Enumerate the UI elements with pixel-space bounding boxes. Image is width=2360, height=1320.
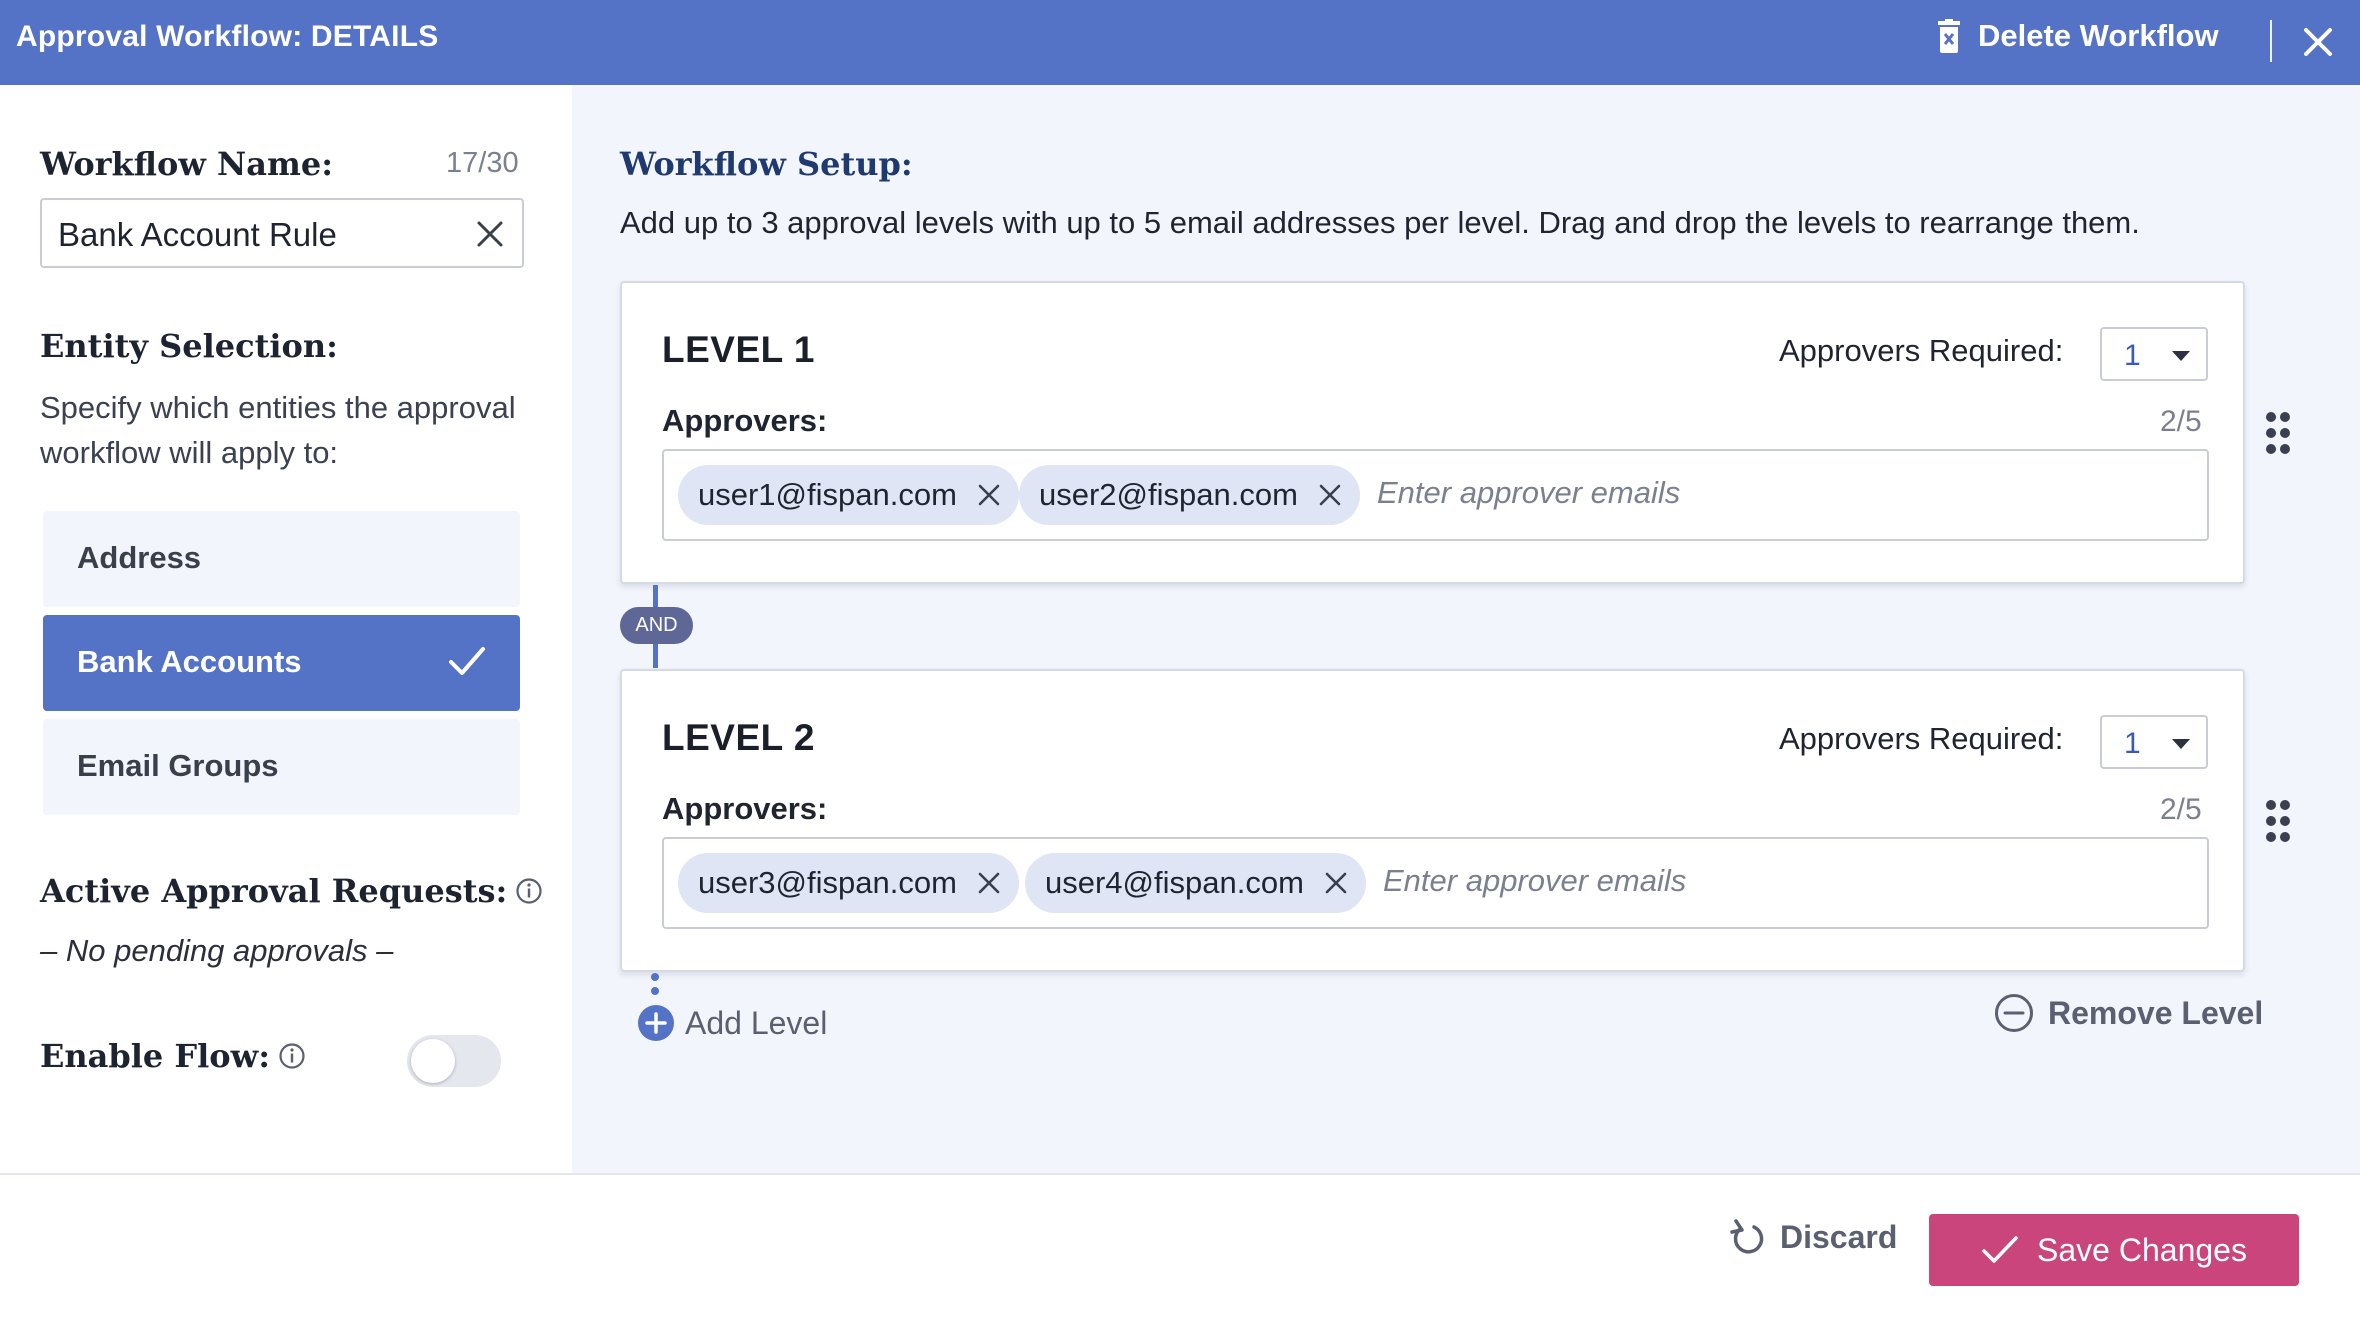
workflow-setup-label: Workflow Setup: <box>620 145 913 183</box>
caret-down-icon <box>2172 351 2190 361</box>
email-chip-label: user1@fispan.com <box>698 477 957 512</box>
workflow-name-value: Bank Account Rule <box>58 216 337 253</box>
save-changes-button[interactable]: Save Changes <box>1929 1214 2299 1286</box>
no-pending-approvals-text: – No pending approvals – <box>40 933 394 968</box>
remove-level-label: Remove Level <box>2048 994 2264 1031</box>
entity-option-label: Email Groups <box>77 748 279 783</box>
minus-circle-icon <box>1995 994 2033 1032</box>
level-card-1: LEVEL 1 Approvers Required: 1 Approvers:… <box>620 281 2245 584</box>
approver-emails-placeholder: Enter approver emails <box>1377 475 1681 510</box>
remove-level-button[interactable]: Remove Level <box>1994 993 2263 1033</box>
approver-emails-placeholder: Enter approver emails <box>1383 863 1687 898</box>
clear-icon[interactable] <box>476 220 504 248</box>
active-approval-requests-label: Active Approval Requests: <box>40 872 508 910</box>
email-chip-label: user2@fispan.com <box>1039 477 1298 512</box>
approvers-required-select[interactable]: 1 <box>2100 327 2208 381</box>
discard-button[interactable]: Discard <box>1730 1217 1897 1257</box>
entity-option-label: Address <box>77 540 202 575</box>
toggle-knob <box>411 1039 455 1083</box>
checkmark-icon <box>449 647 485 675</box>
and-connector-badge: AND <box>620 607 693 644</box>
approver-emails-input[interactable]: user3@fispan.com user4@fispan.com Enter … <box>662 837 2209 929</box>
connector-dot <box>651 973 659 981</box>
undo-icon <box>1730 1219 1764 1254</box>
delete-workflow-button[interactable]: Delete Workflow <box>1938 18 2219 54</box>
email-chip: user3@fispan.com <box>678 853 1019 913</box>
level-title: LEVEL 1 <box>662 329 815 370</box>
workflow-name-input[interactable]: Bank Account Rule <box>40 198 524 268</box>
save-changes-label: Save Changes <box>2037 1231 2247 1268</box>
email-chip: user4@fispan.com <box>1025 853 1366 913</box>
approvers-count: 2/5 <box>2160 405 2202 438</box>
approvers-count: 2/5 <box>2160 793 2202 826</box>
approvers-label: Approvers: <box>662 791 828 826</box>
modal-footer: Discard Save Changes <box>0 1173 2360 1320</box>
discard-label: Discard <box>1780 1218 1898 1255</box>
workflow-setup-description: Add up to 3 approval levels with up to 5… <box>620 205 2140 240</box>
email-chip-label: user3@fispan.com <box>698 865 957 900</box>
entity-selection-label: Entity Selection: <box>40 327 338 365</box>
modal-title: Approval Workflow: DETAILS <box>16 20 439 53</box>
remove-chip-icon[interactable] <box>977 483 1001 507</box>
level-connector-line <box>653 644 658 668</box>
connector-dot <box>651 987 659 995</box>
email-chip: user1@fispan.com <box>678 465 1019 525</box>
entity-option-address[interactable]: Address <box>43 511 520 607</box>
enable-flow-toggle[interactable] <box>407 1035 501 1087</box>
header-divider <box>2270 20 2272 62</box>
email-chip-label: user4@fispan.com <box>1045 865 1304 900</box>
approvers-required-value: 1 <box>2124 339 2141 372</box>
workflow-details-panel: Workflow Name: 17/30 Bank Account Rule E… <box>0 85 572 1173</box>
checkmark-icon <box>1982 1236 2018 1263</box>
approvers-required-label: Approvers Required: <box>1779 333 2064 368</box>
enable-flow-label: Enable Flow: <box>40 1037 270 1075</box>
approvers-required-value: 1 <box>2124 727 2141 760</box>
drag-handle-icon[interactable] <box>2266 800 2294 844</box>
approvers-required-select[interactable]: 1 <box>2100 715 2208 769</box>
workflow-name-label: Workflow Name: <box>40 145 334 183</box>
level-connector-line <box>653 585 658 607</box>
entity-selection-description: Specify which entities the approval work… <box>40 390 516 470</box>
info-icon[interactable] <box>515 877 543 905</box>
entity-option-bank-accounts[interactable]: Bank Accounts <box>43 615 520 711</box>
remove-chip-icon[interactable] <box>1324 871 1348 895</box>
level-card-2: LEVEL 2 Approvers Required: 1 Approvers:… <box>620 669 2245 972</box>
enable-flow: Enable Flow: <box>40 1037 306 1075</box>
remove-chip-icon[interactable] <box>1318 483 1342 507</box>
remove-chip-icon[interactable] <box>977 871 1001 895</box>
workflow-name-char-count: 17/30 <box>446 147 519 179</box>
entity-option-label: Bank Accounts <box>77 644 302 679</box>
entity-option-email-groups[interactable]: Email Groups <box>43 719 520 815</box>
level-title: LEVEL 2 <box>662 717 815 758</box>
approvers-required-label: Approvers Required: <box>1779 721 2064 756</box>
add-level-label: Add Level <box>685 1004 828 1041</box>
trash-icon <box>1938 19 1960 53</box>
approver-emails-input[interactable]: user1@fispan.com user2@fispan.com Enter … <box>662 449 2209 541</box>
caret-down-icon <box>2172 739 2190 749</box>
plus-circle-icon <box>638 1005 674 1041</box>
modal-header: Approval Workflow: DETAILS Delete Workfl… <box>0 0 2360 85</box>
delete-workflow-label: Delete Workflow <box>1978 18 2219 53</box>
approvers-label: Approvers: <box>662 403 828 438</box>
close-icon[interactable] <box>2298 22 2338 62</box>
drag-handle-icon[interactable] <box>2266 412 2294 456</box>
info-icon[interactable] <box>278 1042 306 1070</box>
email-chip: user2@fispan.com <box>1019 465 1360 525</box>
active-approval-requests: Active Approval Requests: <box>40 872 543 910</box>
add-level-button[interactable]: Add Level <box>637 1004 827 1042</box>
